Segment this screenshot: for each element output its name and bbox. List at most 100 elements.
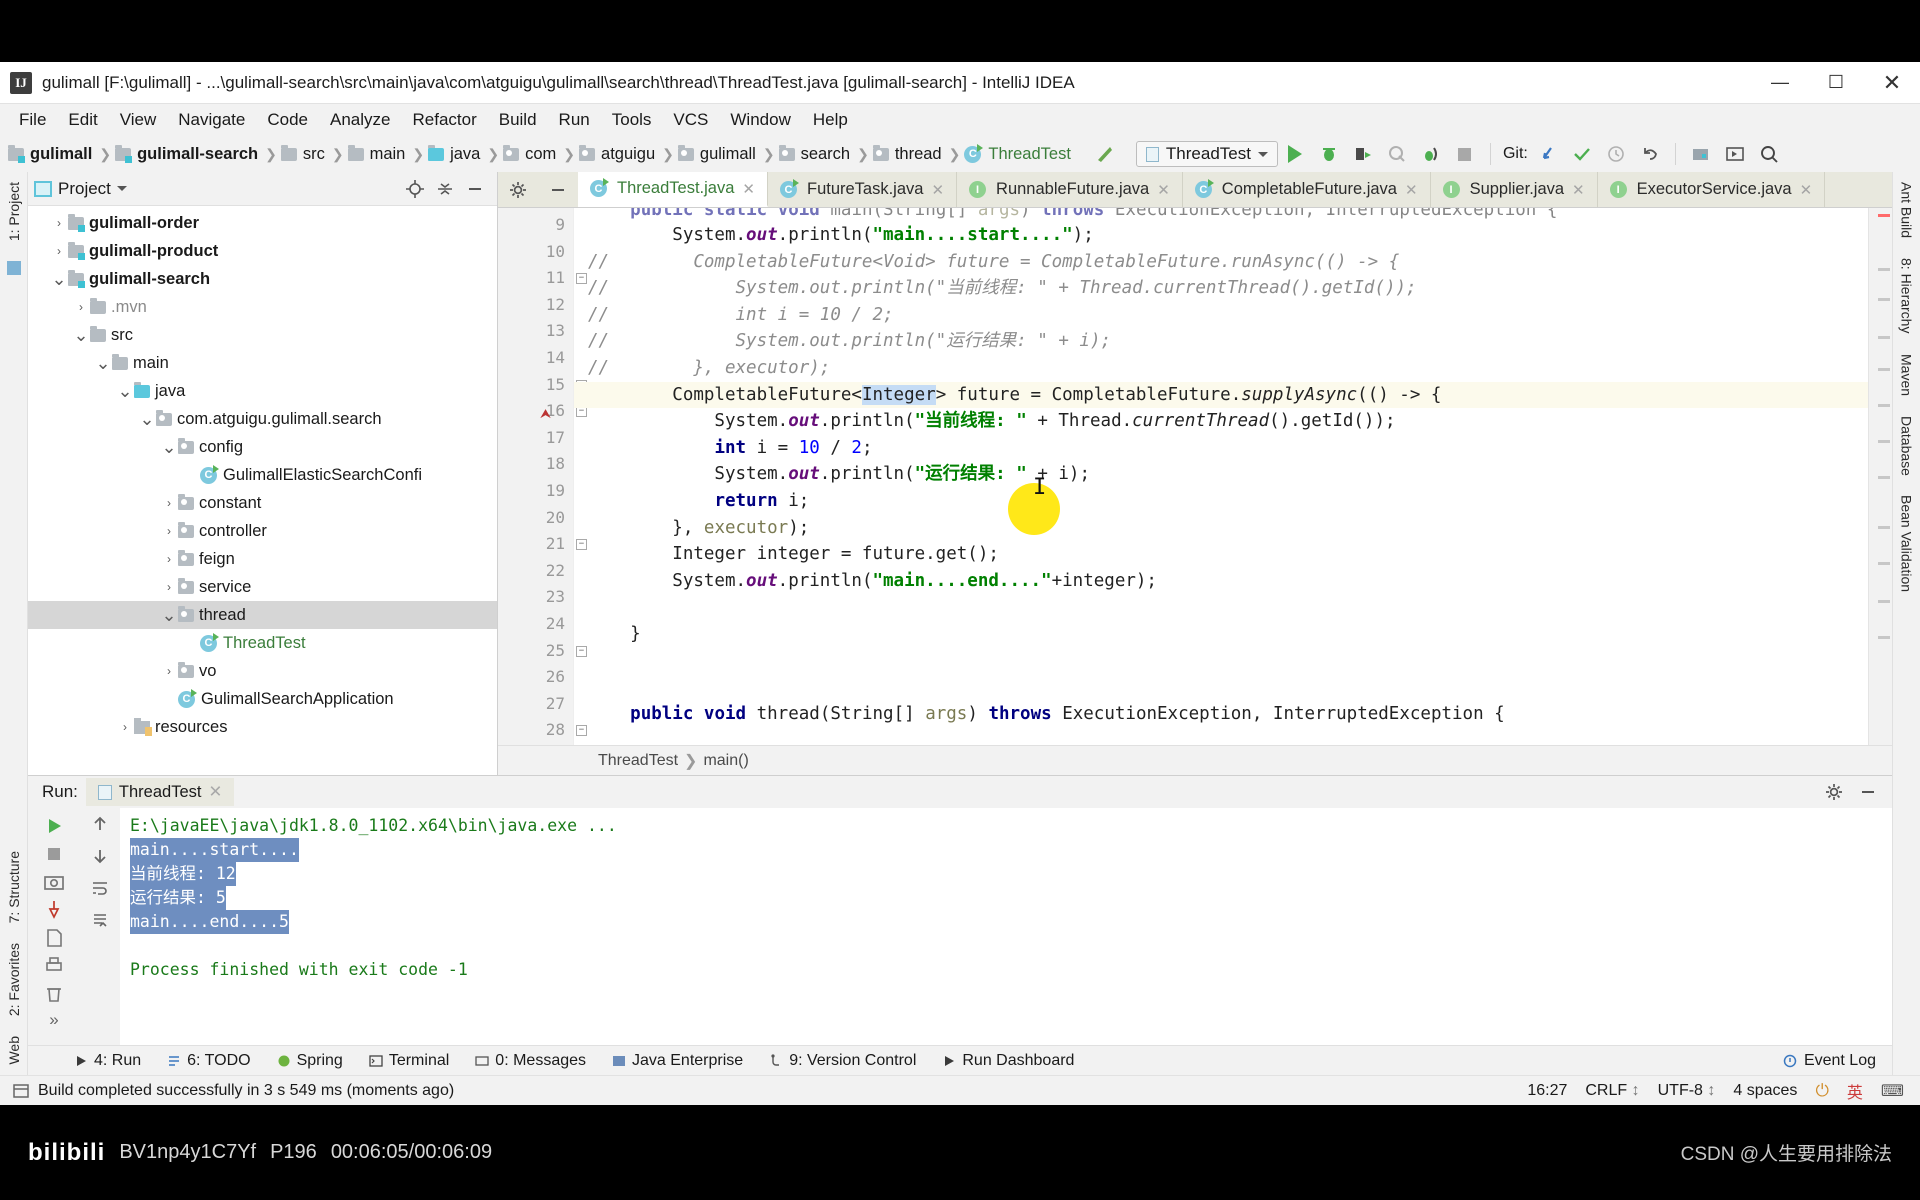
- tree-row[interactable]: ›controller: [28, 517, 497, 545]
- line-number[interactable]: 24: [498, 611, 573, 638]
- breadcrumb-item-java[interactable]: java: [428, 145, 483, 164]
- tree-row[interactable]: ⌄gulimall-search: [28, 265, 497, 293]
- breadcrumb-item-search[interactable]: search: [779, 145, 854, 164]
- tree-row[interactable]: ⌄src: [28, 321, 497, 349]
- editor-tab[interactable]: CFutureTask.java✕: [768, 172, 957, 207]
- line-number[interactable]: 12: [498, 292, 573, 319]
- stop-icon[interactable]: [42, 842, 66, 866]
- chevron-right-icon[interactable]: ›: [160, 524, 178, 538]
- tool-window-hierarchy[interactable]: 8: Hierarchy: [1899, 248, 1915, 343]
- line-number[interactable]: 9: [498, 212, 573, 239]
- profile-icon[interactable]: [1380, 139, 1414, 169]
- editor-tab[interactable]: IRunnableFuture.java✕: [957, 172, 1183, 207]
- line-number[interactable]: 16⮝−: [498, 398, 573, 425]
- more-icon[interactable]: »: [49, 1010, 58, 1030]
- editor-tab[interactable]: ISupplier.java✕: [1431, 172, 1598, 207]
- close-icon[interactable]: ✕: [1800, 181, 1813, 199]
- tree-row[interactable]: ›constant: [28, 489, 497, 517]
- build-icon[interactable]: [1088, 139, 1122, 169]
- breadcrumb-item-src[interactable]: src: [281, 145, 328, 164]
- run-console-output[interactable]: E:\javaEE\java\jdk1.8.0_1102.x64\bin\jav…: [120, 808, 1892, 1045]
- tool-window-ant-build[interactable]: Ant Build: [1899, 172, 1915, 248]
- code-line[interactable]: public void thread(String[] args) throws…: [574, 701, 1868, 728]
- power-save-icon[interactable]: ⏻: [1815, 1081, 1828, 1101]
- tree-row[interactable]: ›gulimall-product: [28, 237, 497, 265]
- history-icon[interactable]: [1599, 139, 1633, 169]
- project-tree[interactable]: ›gulimall-order›gulimall-product⌄gulimal…: [28, 206, 497, 775]
- tree-row[interactable]: ›service: [28, 573, 497, 601]
- breadcrumb-item-gulimall-search[interactable]: gulimall-search: [115, 145, 261, 164]
- menu-view[interactable]: View: [109, 107, 168, 133]
- chevron-down-icon[interactable]: ⌄: [160, 442, 178, 452]
- export-icon[interactable]: [42, 926, 66, 950]
- tool-rail-icon[interactable]: [7, 261, 21, 275]
- breadcrumb-item-gulimall-pkg[interactable]: gulimall: [678, 145, 759, 164]
- tree-row[interactable]: ⌄thread: [28, 601, 497, 629]
- chevron-right-icon[interactable]: ›: [50, 216, 68, 230]
- code-line[interactable]: // CompletableFuture<Void> future = Comp…: [574, 249, 1868, 276]
- line-number[interactable]: 17: [498, 425, 573, 452]
- chevron-down-icon[interactable]: ⌄: [138, 414, 156, 424]
- tool-tab-9-version-control[interactable]: 9: Version Control: [757, 1049, 928, 1073]
- tool-window-bean-validation[interactable]: Bean Validation: [1899, 485, 1915, 602]
- line-number[interactable]: 13: [498, 318, 573, 345]
- code-line[interactable]: // int i = 10 / 2;: [574, 302, 1868, 329]
- error-stripe-markers[interactable]: [1868, 208, 1892, 745]
- tool-window-favorites[interactable]: 2: Favorites: [6, 933, 22, 1026]
- breadcrumb-item-com[interactable]: com: [503, 145, 559, 164]
- close-icon[interactable]: ✕: [1572, 181, 1585, 199]
- scroll-to-end-icon[interactable]: [90, 910, 110, 930]
- line-number[interactable]: 28−: [498, 717, 573, 744]
- tool-window-project[interactable]: 1: Project: [6, 172, 22, 251]
- tree-row[interactable]: ›vo: [28, 657, 497, 685]
- menu-code[interactable]: Code: [256, 107, 319, 133]
- run-icon[interactable]: [1278, 139, 1312, 169]
- tool-tab-java-enterprise[interactable]: Java Enterprise: [600, 1049, 755, 1073]
- line-number[interactable]: 22: [498, 558, 573, 585]
- code-line[interactable]: System.out.println("main....start....");: [574, 222, 1868, 249]
- tool-tab-4-run[interactable]: 4: Run: [62, 1049, 153, 1073]
- line-number[interactable]: 27: [498, 691, 573, 718]
- commit-icon[interactable]: [1565, 139, 1599, 169]
- chevron-right-icon[interactable]: ›: [116, 720, 134, 734]
- rerun-icon[interactable]: [42, 814, 66, 838]
- encoding-selector[interactable]: UTF-8 ↕: [1658, 1082, 1716, 1100]
- chevron-down-icon[interactable]: ⌄: [116, 386, 134, 396]
- tool-tab-0-messages[interactable]: 0: Messages: [463, 1049, 598, 1073]
- breadcrumb-item-thread[interactable]: thread: [873, 145, 945, 164]
- code-line[interactable]: }: [574, 621, 1868, 648]
- line-number[interactable]: 20: [498, 505, 573, 532]
- chevron-right-icon[interactable]: ›: [160, 664, 178, 678]
- code-line[interactable]: System.out.println("main....end...."+int…: [574, 568, 1868, 595]
- select-in-icon[interactable]: [1718, 139, 1752, 169]
- maximize-button[interactable]: ☐: [1808, 62, 1864, 103]
- code-line[interactable]: System.out.println("当前线程: " + Thread.cur…: [574, 408, 1868, 435]
- event-log-area[interactable]: Event Log: [1783, 1052, 1892, 1070]
- rollback-icon[interactable]: [1633, 139, 1667, 169]
- editor-tab[interactable]: IExecutorService.java✕: [1598, 172, 1826, 207]
- tree-row[interactable]: ›feign: [28, 545, 497, 573]
- editor-tab[interactable]: CCompletableFuture.java✕: [1183, 172, 1431, 207]
- breadcrumb-method[interactable]: main(): [703, 752, 748, 770]
- print-icon[interactable]: [42, 954, 66, 978]
- editor-tab-bar[interactable]: CThreadTest.java✕CFutureTask.java✕IRunna…: [498, 172, 1892, 208]
- code-line[interactable]: // }, executor);: [574, 355, 1868, 382]
- code-line[interactable]: int i = 10 / 2;: [574, 435, 1868, 462]
- close-icon[interactable]: ✕: [931, 181, 944, 199]
- breadcrumb-item-atguigu[interactable]: atguigu: [579, 145, 658, 164]
- screenshot-icon[interactable]: [42, 870, 66, 894]
- delete-icon[interactable]: [42, 982, 66, 1006]
- code-line[interactable]: [574, 674, 1868, 701]
- chevron-right-icon[interactable]: ›: [160, 552, 178, 566]
- scroll-down-icon[interactable]: [90, 846, 110, 866]
- tool-window-structure[interactable]: 7: Structure: [6, 841, 22, 933]
- tree-row[interactable]: ›CThreadTest: [28, 629, 497, 657]
- hide-panel-icon[interactable]: [1858, 782, 1878, 802]
- line-number[interactable]: 21−: [498, 531, 573, 558]
- tree-row[interactable]: ⌄config: [28, 433, 497, 461]
- hide-editor-icon[interactable]: [538, 172, 578, 207]
- tree-row[interactable]: ›CGulimallSearchApplication: [28, 685, 497, 713]
- tree-row[interactable]: ›resources: [28, 713, 497, 741]
- menu-tools[interactable]: Tools: [601, 107, 663, 133]
- code-line[interactable]: public static void main(String[] args) t…: [574, 208, 1868, 222]
